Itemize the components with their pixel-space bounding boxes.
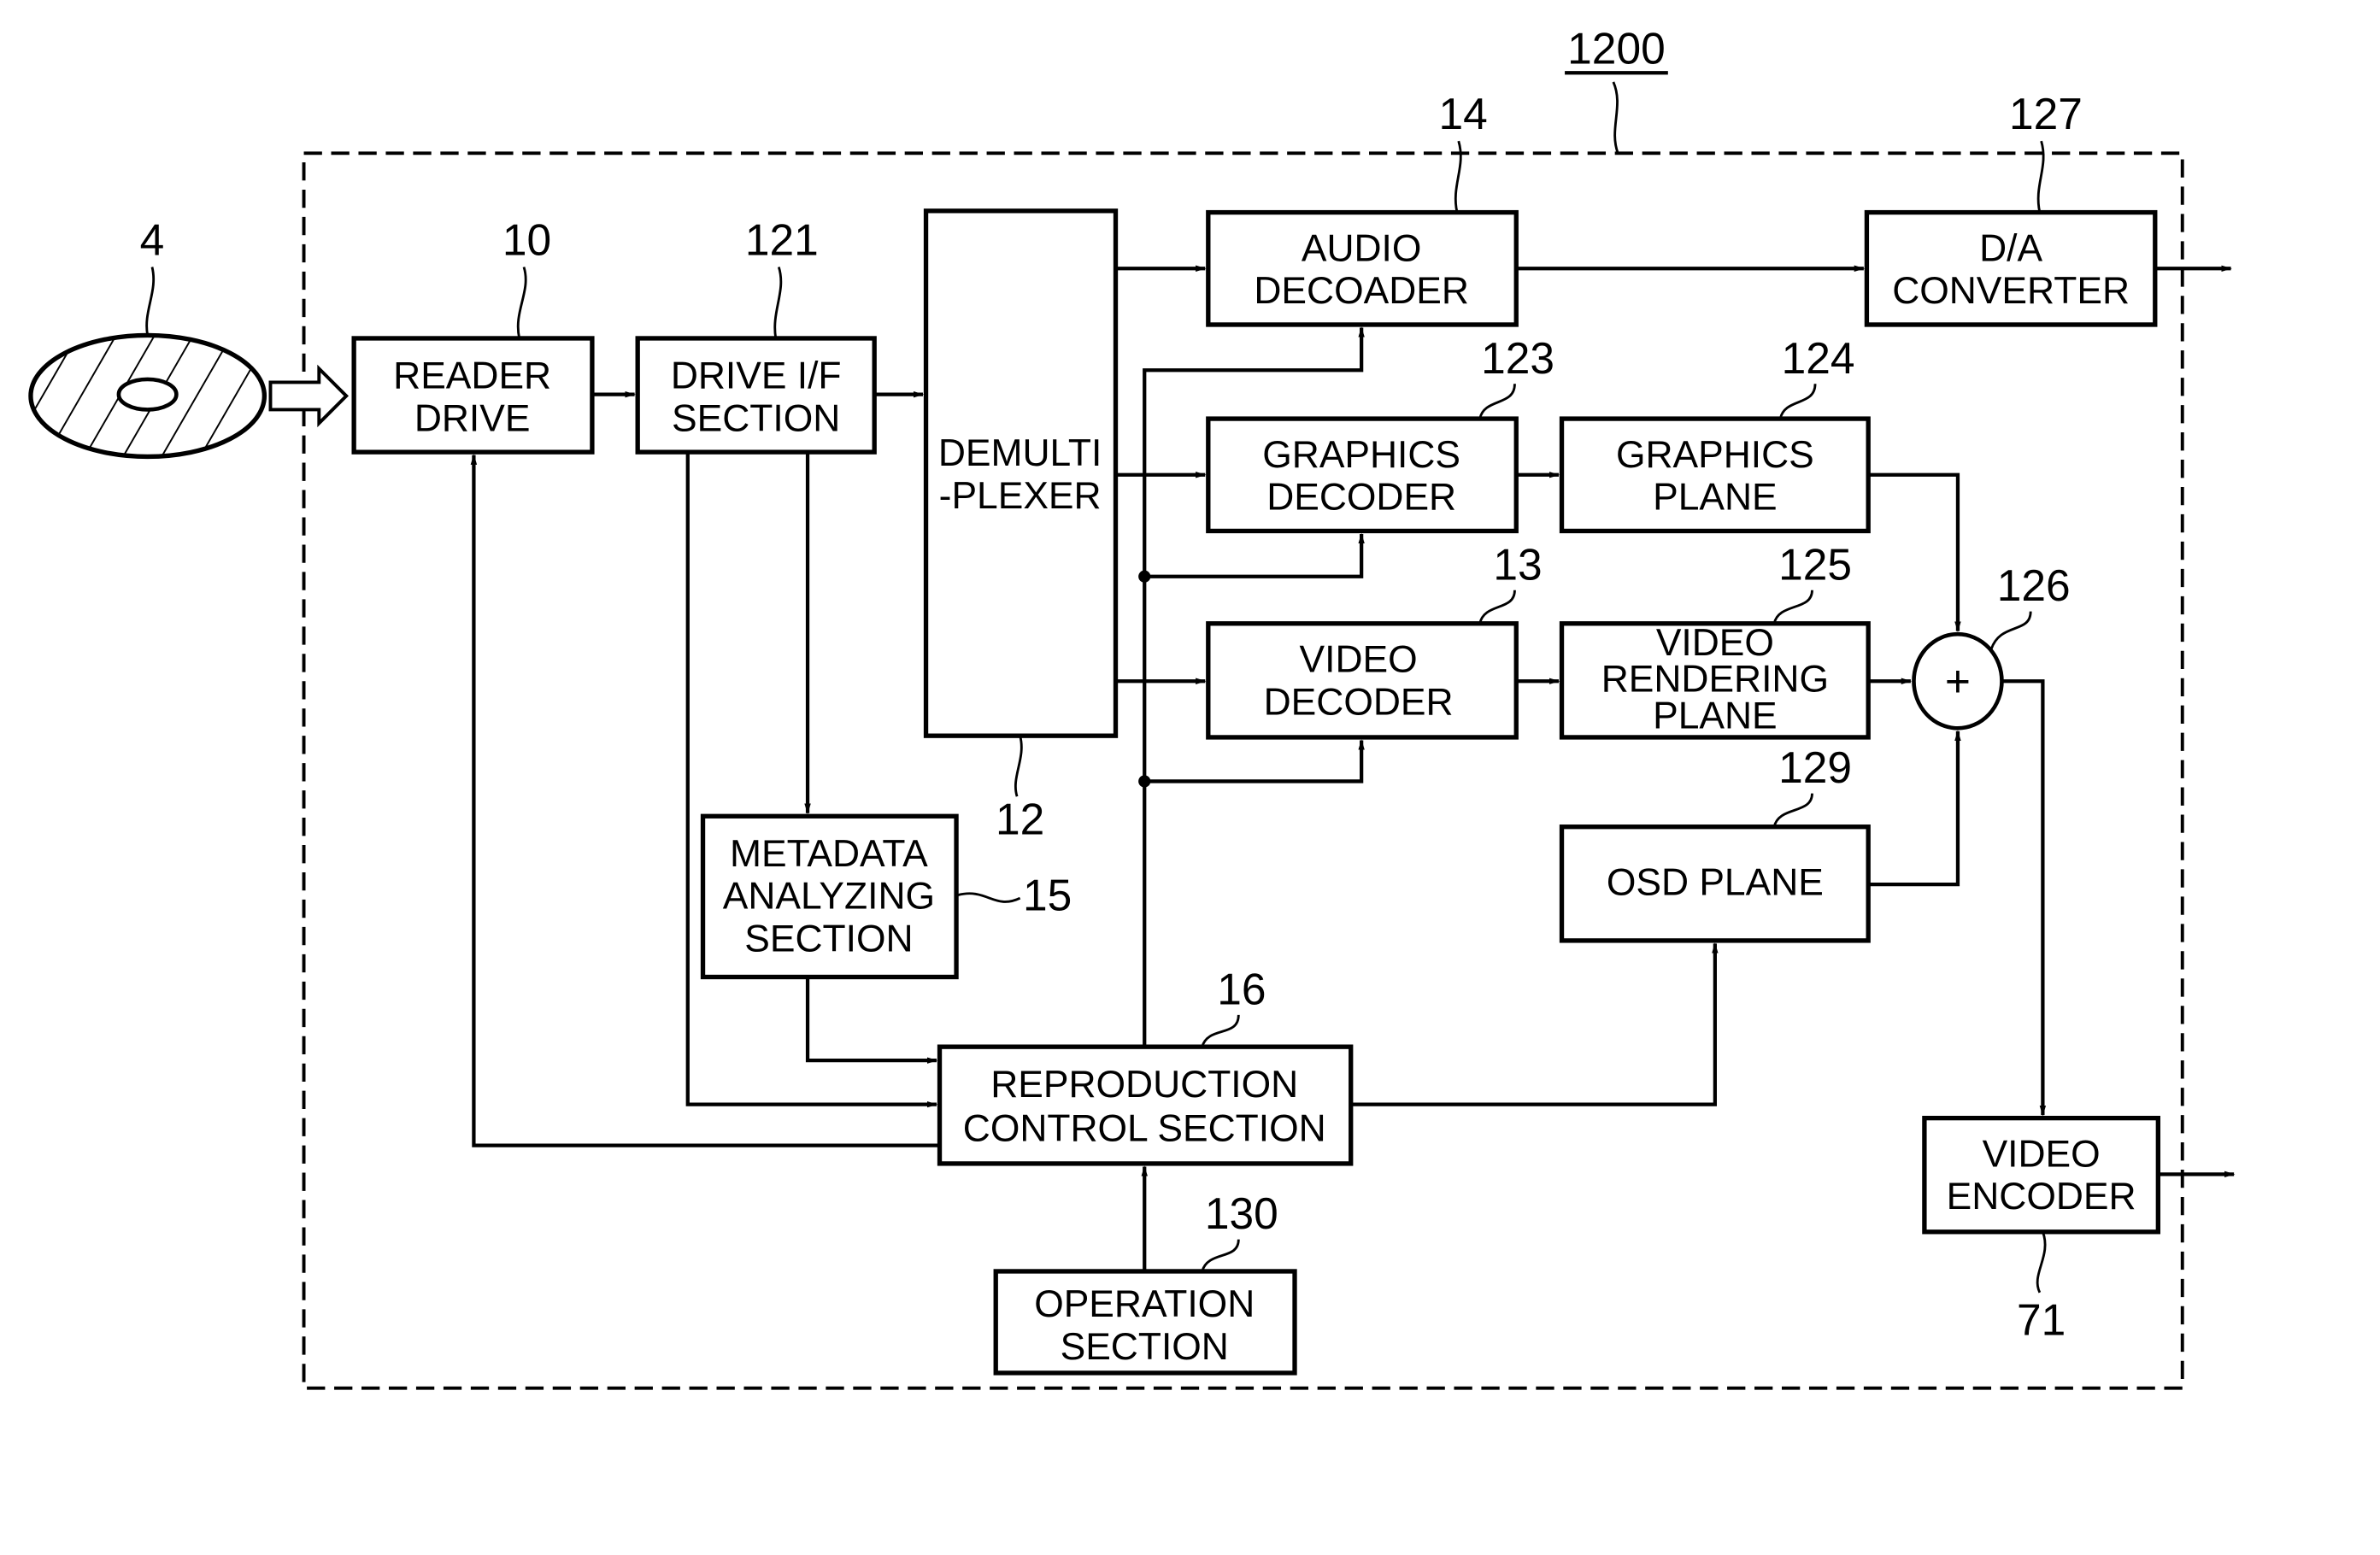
graphics-plane-block: GRAPHICS PLANE 124 (1559, 333, 1871, 534)
system-ref-label: 1200 (1565, 24, 1668, 154)
system-ref: 1200 (1567, 24, 1666, 73)
audio-decoder-label-2: DECOADER (1254, 270, 1469, 312)
adder-ref: 126 (1997, 560, 2071, 610)
disc-read-arrow (268, 364, 350, 428)
demux-ref: 12 (996, 795, 1044, 844)
metadata-label-3: SECTION (744, 918, 913, 959)
demultiplexer-block: DEMULTI -PLEXER 12 (923, 208, 1119, 844)
adder-symbol: + (1945, 656, 1971, 706)
audio-decoder-ref: 14 (1438, 89, 1487, 138)
graphics-plane-label-2: PLANE (1653, 477, 1778, 519)
control-to-osd (1350, 942, 1719, 1106)
reader-drive-label-1: READER (393, 355, 551, 397)
control-to-graphics (1144, 532, 1365, 578)
graphics-decoder-label-2: DECODER (1266, 477, 1456, 519)
video-rendering-plane-label-3: PLANE (1653, 695, 1778, 736)
video-encoder-label-2: ENCODER (1947, 1176, 2136, 1218)
disc-ref: 4 (140, 214, 165, 264)
osd-to-adder (1868, 730, 1961, 887)
reader-drive-ref: 10 (502, 214, 551, 264)
drive-if-block: DRIVE I/F SECTION 121 (635, 214, 877, 455)
junction-graphics (1138, 570, 1151, 583)
drive-if-label-1: DRIVE I/F (671, 355, 842, 397)
metadata-to-control (805, 977, 938, 1064)
reader-drive-block: READER DRIVE 10 (351, 214, 595, 455)
da-converter-label-2: CONVERTER (1892, 270, 2130, 312)
reproduction-control-label-1: REPRODUCTION (990, 1064, 1298, 1106)
block-diagram: 1200 4 READER DRIVE 10 DRIVE I/F SECTION… (28, 24, 2236, 1390)
graphics-plane-label-1: GRAPHICS (1616, 434, 1814, 476)
metadata-ref: 15 (1023, 870, 1072, 919)
adder-to-encoder (2001, 679, 2047, 1117)
graphics-decoder-label-1: GRAPHICS (1262, 434, 1460, 476)
metadata-label-1: METADATA (730, 833, 928, 875)
osd-plane-ref: 129 (1778, 742, 1852, 792)
audio-decoder-block: AUDIO DECOADER 14 (1206, 89, 1519, 327)
reproduction-control-label-2: CONTROL SECTION (963, 1107, 1326, 1149)
graphics-decoder-ref: 123 (1481, 333, 1554, 383)
graphics-decoder-block: GRAPHICS DECODER 123 (1206, 333, 1554, 534)
video-rendering-plane-block: VIDEO RENDERING PLANE 125 (1559, 539, 1871, 740)
video-decoder-ref: 13 (1493, 539, 1542, 589)
audio-decoder-label-1: AUDIO (1302, 227, 1422, 269)
video-rendering-plane-ref: 125 (1778, 539, 1852, 589)
optical-disc: 4 (28, 214, 267, 460)
video-decoder-label-2: DECODER (1264, 681, 1454, 723)
gplane-to-adder (1868, 472, 1961, 632)
da-converter-block: D/A CONVERTER 127 (1864, 89, 2158, 327)
video-decoder-block: VIDEO DECODER 13 (1206, 539, 1543, 740)
reproduction-control-ref: 16 (1217, 964, 1266, 1013)
adder-node: + 126 (1912, 560, 2071, 731)
da-converter-label-1: D/A (1979, 227, 2042, 269)
demux-label-2: -PLEXER (939, 475, 1102, 517)
da-converter-ref: 127 (2009, 89, 2083, 138)
video-encoder-ref: 71 (2017, 1295, 2066, 1345)
control-to-video (1144, 739, 1365, 783)
reader-drive-label-2: DRIVE (414, 397, 531, 439)
junction-video (1138, 775, 1151, 788)
video-encoder-block: VIDEO ENCODER 71 (1922, 1115, 2161, 1345)
drive-if-ref: 121 (745, 214, 819, 264)
drive-if-label-2: SECTION (672, 397, 840, 439)
metadata-label-2: ANALYZING (723, 876, 935, 918)
driveif-to-control (685, 452, 938, 1108)
demux-label-1: DEMULTI (938, 432, 1102, 474)
osd-plane-block: OSD PLANE 129 (1559, 742, 1871, 943)
video-decoder-label-1: VIDEO (1300, 639, 1418, 681)
video-encoder-label-1: VIDEO (1983, 1133, 2101, 1175)
operation-label-2: SECTION (1061, 1326, 1229, 1368)
operation-label-1: OPERATION (1034, 1283, 1255, 1325)
osd-plane-label: OSD PLANE (1607, 862, 1824, 904)
operation-ref: 130 (1205, 1188, 1278, 1238)
graphics-plane-ref: 124 (1782, 333, 1855, 383)
control-to-reader (470, 454, 940, 1147)
